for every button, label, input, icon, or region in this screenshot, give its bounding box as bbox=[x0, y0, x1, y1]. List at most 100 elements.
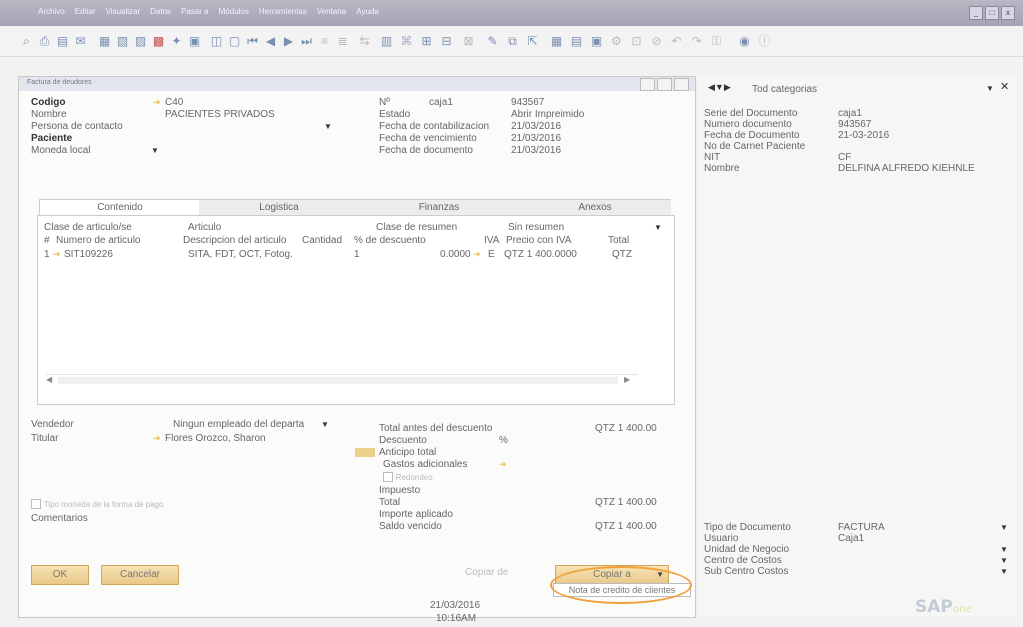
minimize-button[interactable]: _ bbox=[969, 6, 983, 20]
lock-icon[interactable]: ⚿ bbox=[710, 35, 723, 48]
calendar-icon[interactable]: ▦ bbox=[550, 35, 563, 48]
doc-minimize-button[interactable] bbox=[640, 78, 655, 91]
relationship-icon[interactable]: ⌘ bbox=[400, 35, 413, 48]
tipo-moneda-checkbox[interactable]: Tipo moneda de la forma de pago bbox=[31, 499, 164, 510]
transaction-icon[interactable]: ⊠ bbox=[462, 35, 475, 48]
clase-resumen-value[interactable]: Sin resumen bbox=[508, 222, 564, 233]
panel-nav-icon[interactable]: ◀▼▶ bbox=[708, 82, 731, 93]
menu-herramientas[interactable]: Herramientas bbox=[259, 7, 307, 16]
menu-archivo[interactable]: Archivo bbox=[38, 7, 65, 16]
serie-value[interactable]: caja1 bbox=[838, 108, 862, 119]
link-arrow-icon[interactable]: ➜ bbox=[153, 97, 161, 108]
alerts-icon[interactable]: ▣ bbox=[590, 35, 603, 48]
usuario-value[interactable]: Caja1 bbox=[838, 533, 864, 544]
tab-logistica[interactable]: Logistica bbox=[199, 199, 359, 216]
row-iva-arrow-icon[interactable]: ➜ bbox=[473, 249, 481, 260]
prev-record-icon[interactable]: ◀ bbox=[264, 35, 277, 48]
copy-icon[interactable]: ⧉ bbox=[506, 35, 519, 48]
next-record-icon[interactable]: ▶ bbox=[282, 35, 295, 48]
clase-resumen-dropdown-icon[interactable]: ▼ bbox=[654, 223, 662, 232]
scroll-left-icon[interactable]: ◀ bbox=[46, 375, 52, 384]
pdf-icon[interactable]: ▨ bbox=[134, 35, 147, 48]
fecha-venc-value[interactable]: 21/03/2016 bbox=[511, 133, 561, 144]
no-series[interactable]: caja1 bbox=[429, 97, 453, 108]
help-icon[interactable]: ◉ bbox=[738, 35, 751, 48]
doc-close-button[interactable] bbox=[674, 78, 689, 91]
gross-profit-icon[interactable]: ⊟ bbox=[440, 35, 453, 48]
menu-datos[interactable]: Datos bbox=[150, 7, 171, 16]
row-cantidad[interactable]: 1 bbox=[354, 249, 360, 260]
layout-icon[interactable]: ▣ bbox=[188, 35, 201, 48]
forward-icon[interactable]: ↷ bbox=[690, 35, 703, 48]
menu-pasar-a[interactable]: Pasar a bbox=[181, 7, 209, 16]
row-precio[interactable]: QTZ 1 400.0000 bbox=[504, 249, 577, 260]
persona-contacto-dropdown-icon[interactable]: ▼ bbox=[324, 122, 332, 131]
category-dropdown-icon[interactable]: ▼ bbox=[986, 84, 994, 93]
redondeo-checkbox[interactable]: Redondeo bbox=[383, 472, 433, 483]
preview-icon[interactable]: ▤ bbox=[56, 35, 69, 48]
doc-link-icon[interactable]: ⇆ bbox=[358, 35, 371, 48]
last-record-icon[interactable]: ⏭ bbox=[300, 35, 313, 48]
clase-articulo-value[interactable]: Articulo bbox=[188, 222, 221, 233]
nombre-value[interactable]: PACIENTES PRIVADOS bbox=[165, 109, 275, 120]
excel-icon[interactable]: ▦ bbox=[98, 35, 111, 48]
vendedor-dropdown-icon[interactable]: ▼ bbox=[321, 420, 329, 429]
export-icon[interactable]: ⇱ bbox=[526, 35, 539, 48]
print-icon[interactable]: ⎙ bbox=[38, 35, 51, 48]
reports-icon[interactable]: ⊡ bbox=[630, 35, 643, 48]
numero-doc-value[interactable]: 943567 bbox=[838, 119, 871, 130]
chart-icon[interactable]: ⊞ bbox=[420, 35, 433, 48]
tipo-doc-dropdown-icon[interactable]: ▼ bbox=[1000, 523, 1008, 532]
sort-icon[interactable]: ≡ bbox=[318, 35, 331, 48]
word-icon[interactable]: ▧ bbox=[116, 35, 129, 48]
codigo-value[interactable]: C40 bbox=[165, 97, 183, 108]
no-value[interactable]: 943567 bbox=[511, 97, 544, 108]
edit-icon[interactable]: ✎ bbox=[486, 35, 499, 48]
search-icon[interactable]: ⌕ bbox=[20, 35, 33, 48]
sub-centro-dropdown-icon[interactable]: ▼ bbox=[1000, 567, 1008, 576]
messages-icon[interactable]: ▤ bbox=[570, 35, 583, 48]
scroll-track[interactable] bbox=[58, 377, 618, 384]
centro-costos-dropdown-icon[interactable]: ▼ bbox=[1000, 556, 1008, 565]
row-descripcion[interactable]: SITA, FDT, OCT, Fotog. bbox=[188, 249, 293, 260]
nit-value[interactable]: CF bbox=[838, 152, 851, 163]
titular-link-arrow-icon[interactable]: ➜ bbox=[153, 433, 161, 444]
tipo-doc-value[interactable]: FACTURA bbox=[838, 522, 885, 533]
checkbox-box[interactable] bbox=[31, 499, 41, 510]
back-icon[interactable]: ↶ bbox=[670, 35, 683, 48]
descuento-pct[interactable]: % bbox=[499, 435, 508, 446]
menu-visualizar[interactable]: Visualizar bbox=[106, 7, 141, 16]
email-icon[interactable]: ✉ bbox=[74, 35, 87, 48]
settings-icon[interactable]: ✦ bbox=[170, 35, 183, 48]
fecha-doc-right-value[interactable]: 21-03-2016 bbox=[838, 130, 889, 141]
tools-icon[interactable]: ⚙ bbox=[610, 35, 623, 48]
titular-value[interactable]: Flores Orozco, Sharon bbox=[165, 433, 266, 444]
menu-editar[interactable]: Editar bbox=[75, 7, 96, 16]
moneda-dropdown-icon[interactable]: ▼ bbox=[151, 146, 159, 155]
copiar-de-button[interactable]: Copiar de bbox=[465, 567, 508, 578]
doc-maximize-button[interactable] bbox=[657, 78, 672, 91]
menu-modulos[interactable]: Módulos bbox=[219, 7, 249, 16]
redondeo-box[interactable] bbox=[383, 472, 393, 483]
maximize-button[interactable]: □ bbox=[985, 6, 999, 20]
anticipo-marker[interactable] bbox=[355, 448, 375, 457]
queries-icon[interactable]: ⊘ bbox=[650, 35, 663, 48]
panel-close-icon[interactable]: ✕ bbox=[1000, 80, 1009, 93]
fecha-doc-value[interactable]: 21/03/2016 bbox=[511, 145, 561, 156]
scroll-right-icon[interactable]: ▶ bbox=[624, 375, 630, 384]
filter-icon[interactable]: ▢ bbox=[228, 35, 241, 48]
tab-anexos[interactable]: Anexos bbox=[519, 199, 671, 216]
cancel-button[interactable]: Cancelar bbox=[101, 565, 179, 585]
menu-ayuda[interactable]: Ayuda bbox=[356, 7, 379, 16]
pdf-export-icon[interactable]: ▩ bbox=[152, 35, 165, 48]
first-record-icon[interactable]: ⏮ bbox=[246, 35, 259, 48]
row-iva[interactable]: E bbox=[488, 249, 495, 260]
menu-ventana[interactable]: Ventana bbox=[317, 7, 346, 16]
row-descuento[interactable]: 0.0000 bbox=[440, 249, 471, 260]
drill-icon[interactable]: ▥ bbox=[380, 35, 393, 48]
vendedor-value[interactable]: Ningun empleado del departa bbox=[173, 419, 304, 430]
find-icon[interactable]: ◫ bbox=[210, 35, 223, 48]
unidad-negocio-dropdown-icon[interactable]: ▼ bbox=[1000, 545, 1008, 554]
tab-finanzas[interactable]: Finanzas bbox=[359, 199, 519, 216]
nombre-right-value[interactable]: DELFINA ALFREDO KIEHNLE bbox=[838, 163, 975, 174]
